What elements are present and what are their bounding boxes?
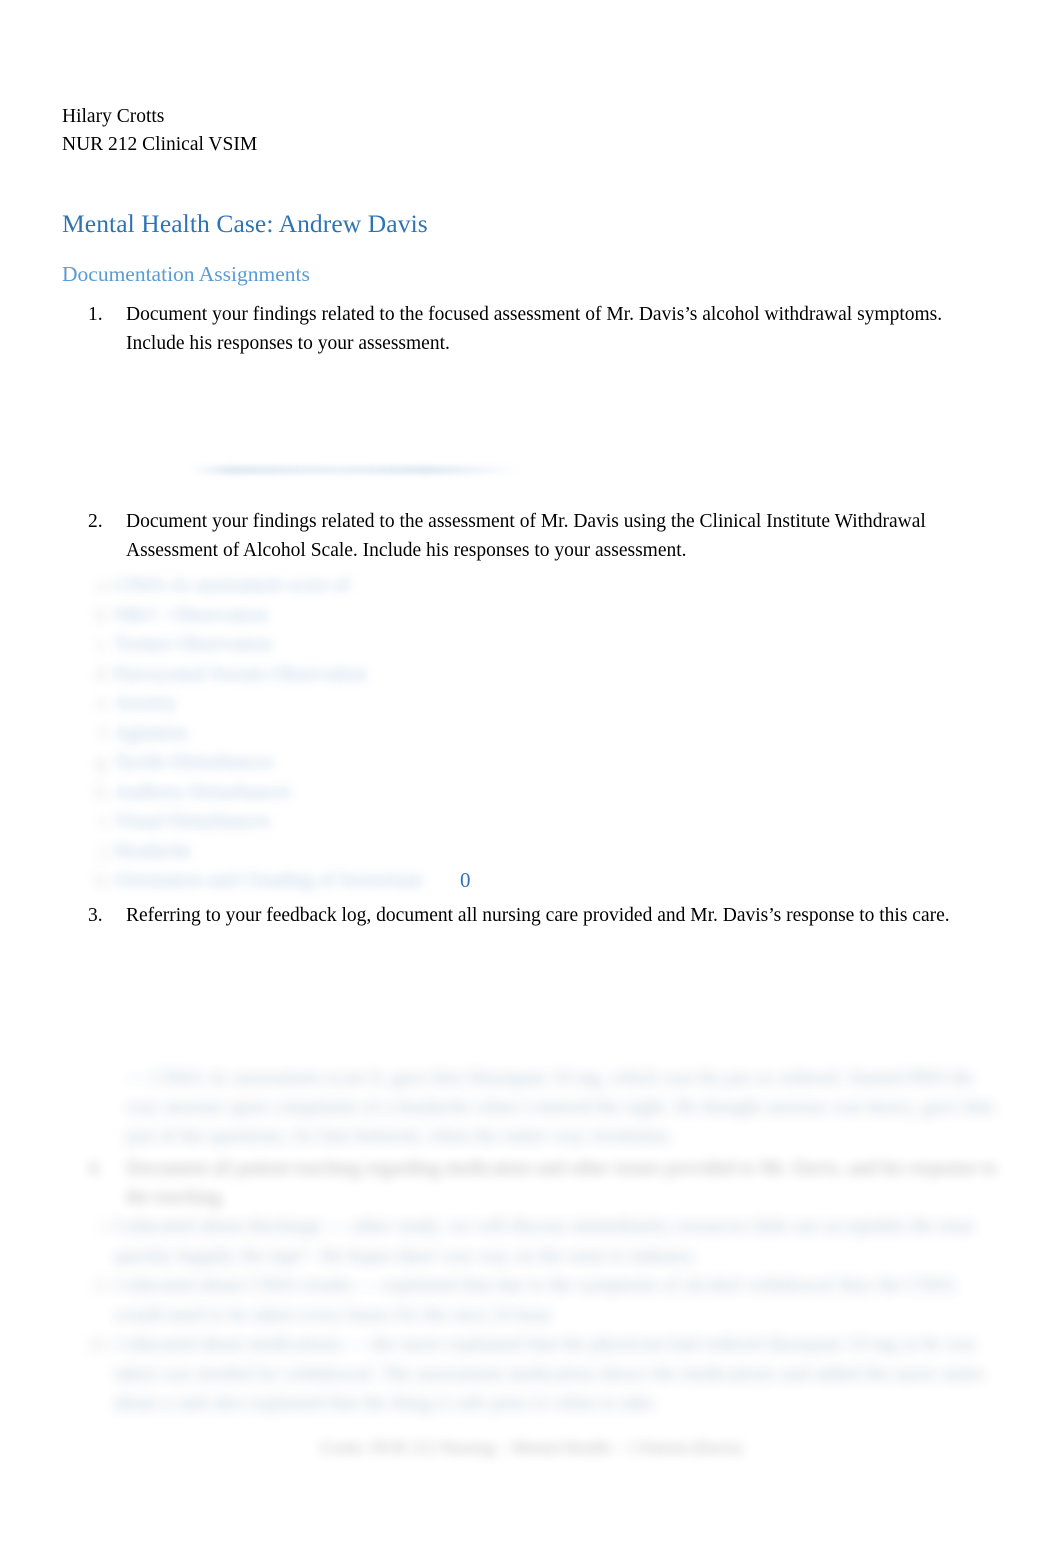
assignment-marker-4: 4. (88, 1158, 103, 1179)
page-footer: Crotts: NUR 212 Nursing – Mental Health … (0, 1437, 1062, 1459)
ciwa-row: d. Paroxysmal Sweats Observation (62, 660, 1000, 690)
footer-text: Crotts: NUR 212 Nursing – Mental Health … (319, 1438, 743, 1457)
answer-space-1 (62, 358, 1000, 508)
teaching-subitem-list: i. I educated about discharge — other re… (62, 1212, 1000, 1419)
assignment-text-2: Document your findings related to the as… (126, 511, 926, 561)
author-name: Hilary Crotts (62, 106, 165, 127)
author-block: Hilary Crotts NUR 212 Clinical VSIM (62, 0, 1000, 159)
teaching-subitem: ii. I educated about CIWA results — expl… (62, 1271, 1000, 1330)
ciwa-label: Auditory Disturbances (114, 781, 292, 803)
ciwa-label: Anxiety (114, 693, 177, 714)
redacted-line-artifact (190, 466, 520, 474)
ciwa-marker: f. (98, 722, 110, 744)
section-heading: Documentation Assignments (62, 262, 310, 286)
teaching-text: I educated about CIWA results — explaine… (114, 1275, 956, 1326)
ciwa-marker: i. (99, 811, 110, 832)
assignment-text-4: Document all patient teaching regarding … (126, 1158, 997, 1208)
ciwa-marker: b. (95, 604, 110, 626)
assignment-marker-3: 3. (88, 904, 103, 926)
assignment-item-1: 1. Document your findings related to the… (62, 301, 1000, 358)
ciwa-marker: k. (95, 870, 110, 891)
assignment-item-4: 4. Document all patient teaching regardi… (62, 1155, 1000, 1212)
ciwa-row: g. Tactile Disturbances (62, 748, 1000, 778)
ciwa-label: Agitation (114, 722, 188, 744)
ciwa-marker: d. (95, 663, 110, 685)
ciwa-row: j. Headache (62, 837, 1000, 867)
ciwa-label: CIWA-Ar assessment score of (114, 575, 350, 596)
assignment-item-3: 3. Referring to your feedback log, docum… (62, 902, 1000, 931)
ciwa-marker: h. (95, 781, 110, 803)
assignment-text-3: Referring to your feedback log, document… (126, 904, 950, 926)
teaching-marker: iii. (88, 1334, 110, 1355)
document-content: Hilary Crotts NUR 212 Clinical VSIM Ment… (62, 0, 1000, 1419)
ciwa-label: Paroxysmal Sweats Observation (114, 663, 367, 685)
nursing-care-narrative: — CIWA-Ar assessment score 0, gave him Di… (62, 1064, 1000, 1151)
ciwa-label: Headache (114, 840, 191, 862)
teaching-text: I educated about discharge — other ready… (114, 1216, 974, 1267)
ciwa-marker: j. (99, 840, 110, 862)
assignment-item-2: 2. Document your findings related to the… (62, 508, 1000, 565)
ciwa-label: Orientation and Clouding of Sensorium (114, 870, 423, 891)
ciwa-total-score: 0 (460, 868, 471, 892)
ciwa-row: a. CIWA-Ar assessment score of (62, 571, 1000, 601)
ciwa-marker: g. (95, 752, 110, 773)
ciwa-label: Tremor Observation (114, 634, 272, 655)
narrative-dash: — (126, 1068, 146, 1089)
page-title: Mental Health Case: Andrew Davis (62, 209, 428, 238)
ciwa-marker: a. (96, 575, 110, 596)
teaching-subitem: iii. I educated about medications — the … (62, 1330, 1000, 1419)
ciwa-marker: e. (96, 693, 110, 714)
ciwa-row: e. Anxiety (62, 689, 1000, 719)
ciwa-label: Visual Disturbances (114, 811, 271, 832)
ciwa-row: c. Tremor Observation (62, 630, 1000, 660)
narrative-text: CIWA-Ar assessment score 0, gave him Dia… (126, 1068, 995, 1147)
document-page: Hilary Crotts NUR 212 Clinical VSIM Ment… (0, 0, 1062, 1561)
assignment-marker-2: 2. (88, 511, 103, 532)
ciwa-label: N&V / Observation (114, 604, 268, 626)
teaching-marker: i. (99, 1216, 110, 1237)
ciwa-row: h. Auditory Disturbances (62, 778, 1000, 808)
teaching-text: I educated about medications — the nurse… (114, 1334, 985, 1414)
ciwa-row: i. Visual Disturbances (62, 807, 1000, 837)
ciwa-marker: c. (96, 634, 110, 655)
ciwa-label: Tactile Disturbances (114, 752, 274, 773)
teaching-marker: ii. (94, 1275, 110, 1296)
ciwa-row-total: k. Orientation and Clouding of Sensorium… (62, 866, 1000, 896)
ciwa-assessment-list: a. CIWA-Ar assessment score of b. N&V / … (62, 571, 1000, 896)
ciwa-row: f. Agitation (62, 719, 1000, 749)
teaching-subitem: i. I educated about discharge — other re… (62, 1212, 1000, 1271)
assignment-marker-1: 1. (88, 304, 103, 325)
assignment-text-1: Document your findings related to the fo… (126, 304, 943, 354)
ciwa-row: b. N&V / Observation (62, 601, 1000, 631)
answer-space-3 (62, 930, 1000, 1064)
course-name: NUR 212 Clinical VSIM (62, 134, 258, 155)
